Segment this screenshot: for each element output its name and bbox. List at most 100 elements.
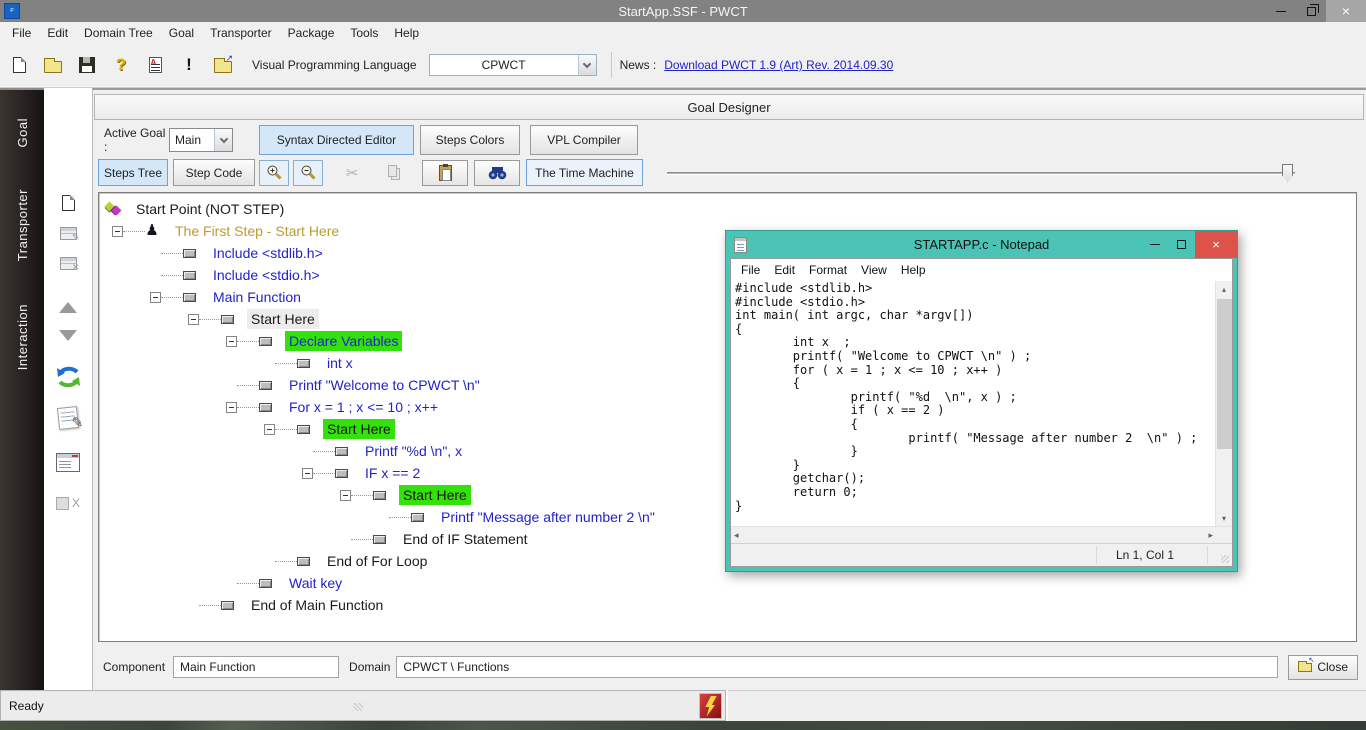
step-box-icon [335,447,348,456]
notepad-menu-item-help[interactable]: Help [894,261,933,279]
cut-button[interactable]: ✂ [335,160,369,186]
notepad-window: STARTAPP.c - Notepad × FileEditFormatVie… [725,230,1238,572]
edit-note-button[interactable]: ✎ [53,402,83,434]
menu-item-goal[interactable]: Goal [161,24,202,42]
exclamation-icon: ! [186,55,192,75]
step-box-icon [297,359,310,368]
tree-tools-strip: ✎ ✕ ✎ X [46,190,90,516]
tree-node-label: Printf "Message after number 2 \n" [437,507,659,527]
move-up-button[interactable] [53,294,83,320]
component-input[interactable] [173,656,339,678]
notepad-minimize-button[interactable] [1141,231,1168,258]
sidebar-tab-interaction[interactable]: Interaction [15,304,30,370]
close-button[interactable]: × [1326,0,1366,22]
save-button[interactable] [72,50,102,80]
tree-expander-icon[interactable] [264,424,275,435]
active-goal-select[interactable]: Main [169,128,233,152]
notepad-horizontal-scrollbar[interactable]: ◂ ▸ [731,526,1232,543]
notepad-menu-item-file[interactable]: File [734,261,767,279]
zoom-out-button[interactable] [293,160,323,186]
close-folder-icon [1298,663,1312,672]
open-file-button[interactable] [38,50,68,80]
sidebar-tab-transporter[interactable]: Transporter [15,189,30,261]
steps-tree-button[interactable]: Steps Tree [98,159,168,186]
news-download-link[interactable]: Download PWCT 1.9 (Art) Rev. 2014.09.30 [664,58,893,72]
form-designer-button[interactable] [53,448,83,476]
folder-up-icon: ↗ [214,61,232,73]
notepad-maximize-button[interactable] [1168,231,1195,258]
menu-item-edit[interactable]: Edit [39,24,76,42]
menu-item-package[interactable]: Package [280,24,343,42]
tree-node[interactable]: End of Main Function [99,594,1356,616]
restore-button[interactable] [1296,0,1326,22]
notepad-menu-item-format[interactable]: Format [802,261,854,279]
minimize-button[interactable] [1266,0,1296,22]
tree-expander-icon[interactable] [226,336,237,347]
move-down-button[interactable] [53,322,83,348]
slider-thumb[interactable] [1282,164,1293,183]
edit-grid-button[interactable]: ✎ [53,220,83,246]
copy-button[interactable] [378,160,412,186]
step-box-icon [373,535,386,544]
refresh-button[interactable] [53,362,83,392]
step-box-icon [297,557,310,566]
resize-grip-icon[interactable] [1221,555,1229,563]
vertical-scroll-thumb[interactable] [1217,299,1232,449]
domain-input[interactable] [396,656,1278,678]
tree-node[interactable]: Wait key [99,572,1356,594]
tree-expander-icon[interactable] [226,402,237,413]
help-button[interactable]: ? [106,50,136,80]
syntax-directed-editor-button[interactable]: Syntax Directed Editor [259,125,414,155]
report-button[interactable]: A [140,50,170,80]
menu-item-help[interactable]: Help [386,24,427,42]
folder-up-button[interactable]: ↗ [208,50,238,80]
vpl-compiler-button[interactable]: VPL Compiler [530,125,638,155]
notepad-text-area[interactable]: #include <stdlib.h> #include <stdio.h> i… [731,281,1215,526]
goal-close-button[interactable]: Close [1288,655,1358,680]
delete-grid-button[interactable]: ✕ [53,250,83,276]
notepad-title-bar[interactable]: STARTAPP.c - Notepad × [726,231,1237,258]
new-file-button[interactable] [4,50,34,80]
menu-item-tools[interactable]: Tools [342,24,386,42]
tree-slider[interactable] [667,163,1295,183]
menu-item-transporter[interactable]: Transporter [202,24,280,42]
scroll-right-icon[interactable]: ▸ [1208,530,1213,541]
dropdown-arrow-icon[interactable] [578,55,596,75]
tree-expander-icon[interactable] [112,226,123,237]
tree-node[interactable]: Start Point (NOT STEP) [99,198,1356,220]
scroll-left-icon[interactable]: ◂ [734,530,739,541]
notepad-menu-item-edit[interactable]: Edit [767,261,802,279]
notepad-menu-item-view[interactable]: View [854,261,894,279]
step-box-icon [373,491,386,500]
sidebar-tabs: Goal Transporter Interaction [0,88,44,690]
status-grip-icon [353,703,363,711]
notepad-menu-bar: FileEditFormatViewHelp [731,259,1232,281]
tree-expander-icon[interactable] [340,490,351,501]
dropdown-arrow-icon[interactable] [214,129,232,151]
notepad-body: #include <stdlib.h> #include <stdio.h> i… [731,281,1232,526]
goal-designer-row2: Steps Tree Step Code ✂ Th [93,158,1366,187]
new-note-button[interactable] [53,190,83,216]
maximize-icon [1177,240,1186,249]
checkbox-x-button[interactable]: X [53,490,83,516]
form-window-icon [56,453,80,472]
steps-colors-button[interactable]: Steps Colors [420,125,520,155]
time-machine-button[interactable]: The Time Machine [526,159,643,186]
sidebar-tab-goal[interactable]: Goal [15,118,30,147]
menu-item-file[interactable]: File [4,24,39,42]
scroll-up-icon[interactable]: ▴ [1216,281,1232,297]
paste-button[interactable] [422,160,468,186]
close-button-label: Close [1317,660,1348,674]
notepad-close-button[interactable]: × [1195,231,1237,258]
tree-expander-icon[interactable] [150,292,161,303]
run-button[interactable]: ! [174,50,204,80]
tree-expander-icon[interactable] [188,314,199,325]
vpl-select[interactable]: CPWCT [429,54,597,76]
scroll-down-icon[interactable]: ▾ [1216,510,1232,526]
step-code-button[interactable]: Step Code [173,159,255,186]
find-button[interactable] [474,160,520,186]
tree-expander-icon[interactable] [302,468,313,479]
notepad-vertical-scrollbar[interactable]: ▴ ▾ [1215,281,1232,526]
menu-item-domain-tree[interactable]: Domain Tree [76,24,161,42]
zoom-in-button[interactable] [259,160,289,186]
